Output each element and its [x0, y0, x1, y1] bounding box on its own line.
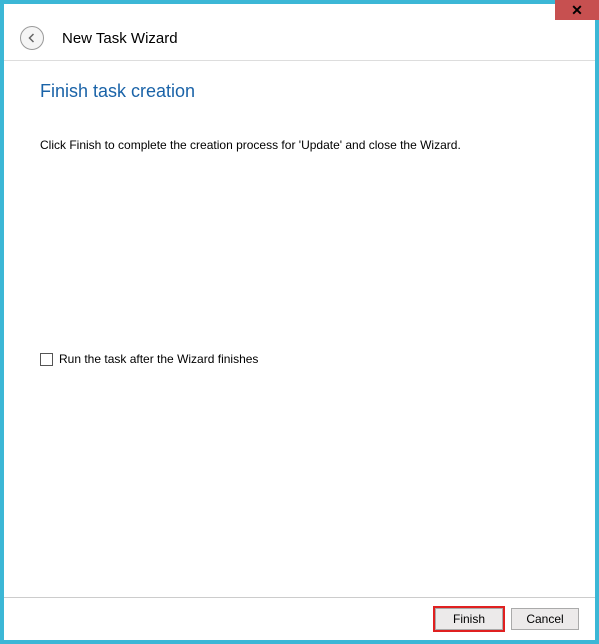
- window-close-button[interactable]: ✕: [555, 0, 599, 20]
- run-after-option[interactable]: Run the task after the Wizard finishes: [40, 352, 559, 366]
- finish-button[interactable]: Finish: [435, 608, 503, 630]
- arrow-left-icon: [25, 31, 39, 45]
- run-after-label: Run the task after the Wizard finishes: [59, 352, 258, 366]
- close-icon: ✕: [571, 2, 583, 19]
- back-button[interactable]: [20, 26, 44, 50]
- page-heading: Finish task creation: [40, 81, 559, 102]
- wizard-content: Finish task creation Click Finish to com…: [4, 61, 595, 597]
- titlebar: ✕: [0, 0, 599, 24]
- instruction-text: Click Finish to complete the creation pr…: [40, 138, 559, 152]
- cancel-button[interactable]: Cancel: [511, 608, 579, 630]
- wizard-window: ✕ New Task Wizard Finish task creation C…: [4, 4, 595, 640]
- run-after-checkbox[interactable]: [40, 353, 53, 366]
- window-title: New Task Wizard: [62, 30, 178, 47]
- wizard-footer: Finish Cancel: [4, 597, 595, 640]
